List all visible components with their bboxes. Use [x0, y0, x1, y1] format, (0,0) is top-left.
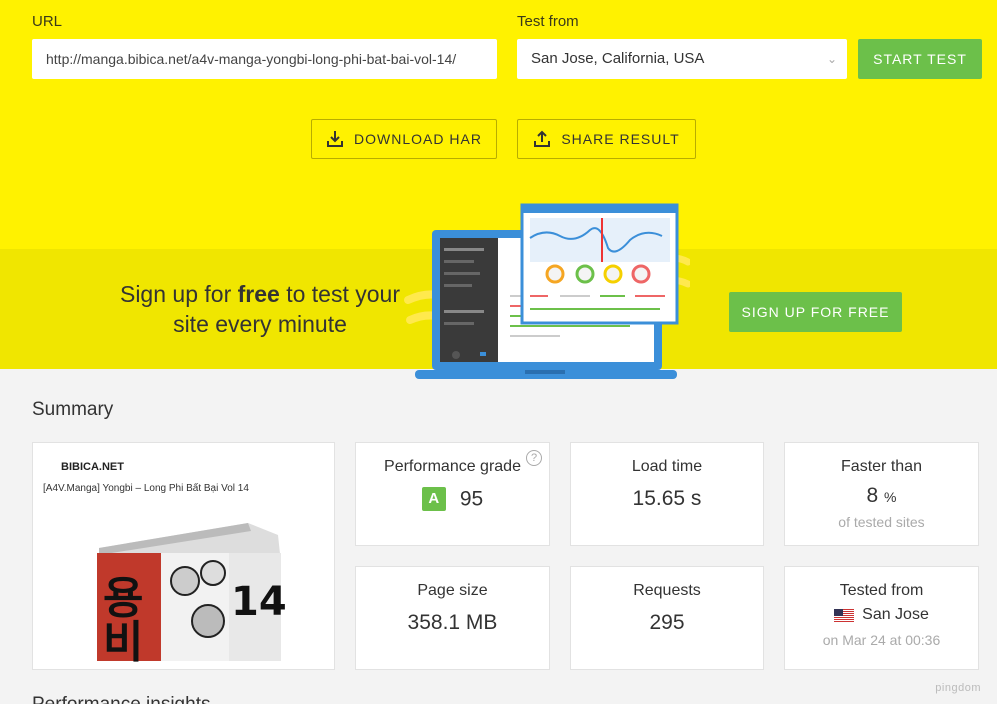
- us-flag-icon: [834, 608, 855, 622]
- sign-up-button[interactable]: SIGN UP FOR FREE: [729, 292, 902, 332]
- faster-than-title: Faster than: [841, 458, 922, 475]
- load-time-title: Load time: [631, 458, 703, 475]
- page-size-value: 358.1 MB: [407, 611, 498, 634]
- download-har-button[interactable]: DOWNLOAD HAR: [311, 119, 497, 159]
- download-har-label: DOWNLOAD HAR: [354, 131, 482, 147]
- tested-from-title: Tested from: [839, 582, 924, 599]
- faster-than-subtext: of tested sites: [838, 514, 925, 530]
- test-from-label: Test from: [517, 13, 579, 30]
- test-from-value: San Jose, California, USA: [531, 50, 705, 67]
- requests-card: Requests 295: [570, 566, 764, 670]
- start-test-button[interactable]: START TEST: [858, 39, 982, 79]
- page-size-title: Page size: [417, 582, 488, 599]
- manga-cover-image: 용 비 14: [97, 523, 287, 668]
- url-input[interactable]: http://manga.bibica.net/a4v-manga-yongbi…: [32, 39, 497, 79]
- test-from-select[interactable]: San Jose, California, USA ⌄: [517, 39, 847, 79]
- performance-grade-card: ? Performance grade A 95: [355, 442, 550, 546]
- performance-insights-heading: Performance insights: [32, 694, 210, 704]
- cover-volume-number: 14: [231, 579, 287, 625]
- tested-from-date: on Mar 24 at 00:36: [822, 632, 941, 649]
- share-result-button[interactable]: SHARE RESULT: [517, 119, 696, 159]
- chevron-down-icon: ⌄: [826, 52, 837, 66]
- laptop-dashboard-illustration: [404, 203, 690, 379]
- performance-grade-title: Performance grade: [384, 458, 521, 475]
- signup-promo-text: Sign up for free to test your site every…: [119, 281, 400, 337]
- share-result-label: SHARE RESULT: [561, 131, 680, 147]
- url-label: URL: [32, 13, 63, 30]
- faster-than-value: 8: [866, 484, 879, 507]
- summary-heading: Summary: [32, 399, 114, 420]
- faster-than-card: Faster than 8 % of tested sites: [784, 442, 979, 546]
- share-icon: [534, 130, 551, 147]
- site-screenshot-thumbnail: BIBICA.NET [A4V.Manga] Yongbi – Long Phi…: [32, 442, 335, 670]
- svg-text:비: 비: [103, 617, 143, 668]
- performance-score: 95: [459, 487, 484, 511]
- faster-than-unit: %: [884, 489, 897, 505]
- help-icon[interactable]: ?: [526, 450, 542, 466]
- tested-from-location: San Jose: [862, 606, 929, 623]
- grade-badge: A: [421, 487, 446, 512]
- load-time-card: Load time 15.65 s: [570, 442, 764, 546]
- load-time-value: 15.65 s: [632, 487, 702, 510]
- download-icon: [327, 131, 344, 147]
- requests-value: 295: [649, 611, 685, 634]
- page-size-card: Page size 358.1 MB: [355, 566, 550, 670]
- tested-from-card: Tested from San Jose on Mar 24 at 00:36: [784, 566, 979, 670]
- requests-title: Requests: [633, 582, 701, 599]
- pingdom-logo: pingdom: [935, 682, 981, 694]
